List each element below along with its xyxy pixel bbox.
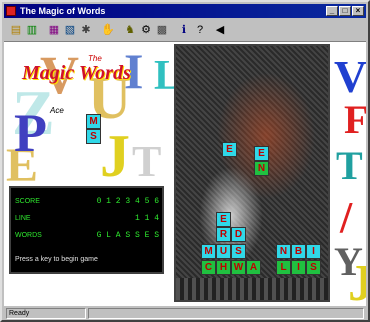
- info-icon[interactable]: ℹ: [176, 22, 192, 38]
- preview-tile: M: [86, 114, 101, 129]
- settings-icon[interactable]: ⚙: [138, 22, 154, 38]
- board-tile: N: [276, 244, 291, 259]
- status-message: Press a key to begin game: [15, 256, 98, 263]
- next-tile: E: [222, 142, 237, 157]
- decor-letter: /: [340, 193, 353, 242]
- speaker-icon[interactable]: ◀: [212, 22, 228, 38]
- close-button[interactable]: ×: [352, 6, 364, 16]
- board-tile: L: [276, 260, 291, 275]
- toolbar: ▤ ▥ ▦ ▧ ✱ ✋ ♞ ⚙ ▩ ℹ ? ◀: [4, 19, 366, 42]
- game-logo: Magic Words: [22, 62, 131, 84]
- score-label: SCORE: [15, 198, 40, 205]
- help-icon[interactable]: ?: [192, 22, 208, 38]
- line-value: 1 1 4: [134, 214, 159, 223]
- minimize-button[interactable]: _: [326, 6, 338, 16]
- decor-letter: T: [132, 137, 162, 186]
- save-icon[interactable]: ▥: [24, 22, 40, 38]
- board-tile: C: [201, 260, 216, 275]
- status-right: [88, 308, 364, 319]
- window-title: The Magic of Words: [20, 6, 106, 16]
- board-tile: E: [254, 146, 269, 161]
- app-window: The Magic of Words _ □ × ▤ ▥ ▦ ▧ ✱ ✋ ♞ ⚙…: [0, 0, 370, 322]
- grid-icon[interactable]: ▩: [154, 22, 170, 38]
- stop-icon[interactable]: ✱: [78, 22, 94, 38]
- score-value: 0 1 2 3 4 5 6: [96, 197, 159, 206]
- board-tile: I: [306, 244, 321, 259]
- hint-icon[interactable]: ✋: [100, 22, 116, 38]
- board-floor: [176, 278, 328, 300]
- logo-tagline: Ace: [50, 106, 64, 115]
- status-bar: Ready: [4, 307, 366, 320]
- decor-letter: T: [336, 143, 363, 188]
- new-game-icon[interactable]: ▦: [46, 22, 62, 38]
- board-tile: E: [216, 212, 231, 227]
- decor-letter: J: [348, 255, 366, 306]
- line-label: LINE: [15, 215, 31, 222]
- decor-letter: P: [14, 103, 47, 163]
- decor-letter: J: [100, 123, 130, 189]
- score-panel: SCORE 0 1 2 3 4 5 6 LINE 1 1 4 WORDS G L…: [9, 186, 164, 274]
- board-tile: S: [231, 244, 246, 259]
- game-board[interactable]: E N E R D M U S N B I C H W A L I S: [174, 44, 330, 302]
- preview-tile: S: [86, 129, 101, 144]
- status-left: Ready: [6, 308, 86, 319]
- board-tile: B: [291, 244, 306, 259]
- words-label: WORDS: [15, 232, 42, 239]
- decor-letter: F: [344, 97, 366, 142]
- app-icon: [6, 6, 16, 16]
- game-area: Z V U I L J E P T The Magic Words Ace M …: [4, 42, 366, 306]
- board-tile: D: [231, 227, 246, 242]
- maximize-button[interactable]: □: [339, 6, 351, 16]
- board-tile: A: [246, 260, 261, 275]
- board-tile: N: [254, 161, 269, 176]
- board-tile: H: [216, 260, 231, 275]
- options-icon[interactable]: ♞: [122, 22, 138, 38]
- board-tile: U: [216, 244, 231, 259]
- title-bar[interactable]: The Magic of Words _ □ ×: [4, 4, 366, 18]
- board-tile: M: [201, 244, 216, 259]
- board-tile: I: [291, 260, 306, 275]
- board-tile: S: [306, 260, 321, 275]
- open-icon[interactable]: ▤: [8, 22, 24, 38]
- board-tile: W: [231, 260, 246, 275]
- pause-icon[interactable]: ▧: [62, 22, 78, 38]
- board-tile: R: [216, 227, 231, 242]
- words-value: G L A S S E S: [96, 231, 159, 240]
